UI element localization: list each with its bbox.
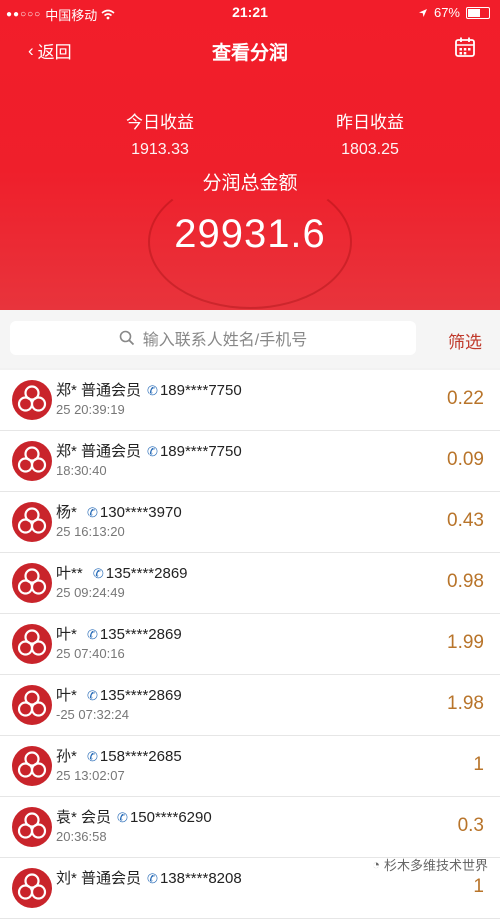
today-earnings-label: 今日收益 [126, 113, 194, 132]
phone-icon: ✆ [147, 871, 158, 886]
profit-amount: 0.09 [447, 449, 484, 470]
member-phone: 189****7750 [159, 382, 242, 399]
record-time: 25 09:24:49 [56, 585, 125, 600]
member-level: 普通会员 [81, 443, 142, 460]
phone-icon: ✆ [87, 749, 98, 764]
header: ●●○○○ 中国移动 21:21 67% ‹ 返回 查看分润 今日收益 1913… [0, 0, 500, 310]
calendar-icon[interactable] [454, 36, 476, 58]
list-item[interactable]: 郑* 普通会员 ✆ 189****7750 18:30:40 0.09 [0, 431, 500, 492]
phone-icon: ✆ [147, 383, 158, 398]
profit-amount: 1 [473, 754, 484, 775]
profit-list: 郑* 普通会员 ✆ 189****7750 25 20:39:19 0.22 郑* 普通会… [0, 370, 500, 919]
wechat-icon: ◔ [372, 857, 380, 872]
member-phone: 189****7750 [159, 443, 242, 460]
search-input[interactable]: 输入联系人姓名/手机号 [10, 321, 416, 355]
logo-icon [17, 446, 47, 473]
logo-icon [17, 629, 47, 656]
list-item[interactable]: 郑* 普通会员 ✆ 189****7750 25 20:39:19 0.22 [0, 370, 500, 431]
member-level: 会员 [81, 809, 112, 826]
record-time: 25 07:40:16 [56, 646, 125, 661]
record-time: 25 13:02:07 [56, 768, 125, 783]
list-item[interactable]: 叶* ✆ 135****2869 25 07:40:16 1.99 [0, 614, 500, 675]
profit-amount: 0.3 [457, 815, 484, 836]
logo-icon [17, 751, 47, 778]
total-amount-value: 29931.6 [174, 212, 326, 256]
search-placeholder: 输入联系人姓名/手机号 [142, 332, 308, 349]
list-item[interactable]: 孙* ✆ 158****2685 25 13:02:07 1 [0, 736, 500, 797]
yesterday-earnings-value: 1803.25 [341, 141, 399, 158]
status-bar: ●●○○○ 中国移动 21:21 67% [0, 0, 500, 26]
member-phone: 135****2869 [99, 687, 182, 704]
avatar [12, 746, 52, 786]
member-name: 孙* [56, 748, 77, 765]
page-title: 查看分润 [211, 43, 288, 64]
member-name: 叶* [56, 626, 77, 643]
member-level: 普通会员 [81, 382, 142, 399]
list-item[interactable]: 杨* ✆ 130****3970 25 16:13:20 0.43 [0, 492, 500, 553]
logo-icon [17, 812, 47, 839]
profit-amount: 1 [473, 876, 484, 897]
avatar [12, 624, 52, 664]
phone-icon: ✆ [117, 810, 128, 825]
member-name: 刘* [56, 870, 77, 887]
profit-amount: 0.43 [447, 510, 484, 531]
logo-icon [17, 385, 47, 412]
filter-button[interactable]: 筛选 [448, 328, 482, 353]
today-earnings-value: 1913.33 [131, 141, 189, 158]
battery-icon [466, 6, 490, 19]
member-name: 叶** [56, 565, 83, 582]
logo-icon [17, 507, 47, 534]
logo-icon [17, 873, 47, 900]
avatar [12, 868, 52, 908]
record-time: 25 16:13:20 [56, 524, 125, 539]
member-phone: 158****2685 [99, 748, 182, 765]
avatar [12, 502, 52, 542]
avatar [12, 685, 52, 725]
record-time: -25 07:32:24 [56, 707, 130, 722]
logo-icon [17, 690, 47, 717]
yesterday-earnings: 昨日收益 1803.25 [300, 108, 440, 159]
member-name: 叶* [56, 687, 77, 704]
list-item[interactable]: 袁* 会员 ✆ 150****6290 20:36:58 0.3 [0, 797, 500, 858]
search-bar: 输入联系人姓名/手机号 筛选 [0, 310, 500, 368]
avatar [12, 380, 52, 420]
member-phone: 135****2869 [105, 565, 188, 582]
record-time: 25 20:39:19 [56, 402, 125, 417]
nav-bar: ‹ 返回 查看分润 [0, 26, 500, 74]
phone-icon: ✆ [87, 505, 98, 520]
member-level: 普通会员 [81, 870, 142, 887]
list-item[interactable]: 叶** ✆ 135****2869 25 09:24:49 0.98 [0, 553, 500, 614]
member-phone: 130****3970 [99, 504, 182, 521]
watermark-text: 杉木多维技术世界 [383, 858, 488, 873]
phone-icon: ✆ [87, 627, 98, 642]
logo-icon [17, 568, 47, 595]
member-name: 郑* [56, 382, 77, 399]
record-time: 20:36:58 [56, 829, 107, 844]
member-name: 杨* [56, 504, 77, 521]
profit-amount: 1.98 [447, 693, 484, 714]
profit-amount: 1.99 [447, 632, 484, 653]
today-earnings: 今日收益 1913.33 [90, 108, 230, 159]
list-item[interactable]: 叶* ✆ 135****2869 -25 07:32:24 1.98 [0, 675, 500, 736]
profit-amount: 0.98 [447, 571, 484, 592]
member-phone: 150****6290 [129, 809, 212, 826]
avatar [12, 441, 52, 481]
phone-icon: ✆ [87, 688, 98, 703]
watermark: ◔ 杉木多维技术世界 [372, 855, 488, 874]
phone-icon: ✆ [147, 444, 158, 459]
search-icon [119, 330, 134, 346]
avatar [12, 807, 52, 847]
member-name: 郑* [56, 443, 77, 460]
battery-percent: 67% [433, 5, 460, 20]
profit-amount: 0.22 [447, 388, 484, 409]
phone-icon: ✆ [92, 566, 104, 581]
member-phone: 135****2869 [99, 626, 182, 643]
record-time: 18:30:40 [56, 463, 107, 478]
total-amount-label: 分润总金额 [202, 173, 298, 194]
location-icon [418, 8, 427, 17]
member-name: 袁* [56, 809, 77, 826]
member-phone: 138****8208 [159, 870, 242, 887]
yesterday-earnings-label: 昨日收益 [336, 113, 404, 132]
avatar [12, 563, 52, 603]
